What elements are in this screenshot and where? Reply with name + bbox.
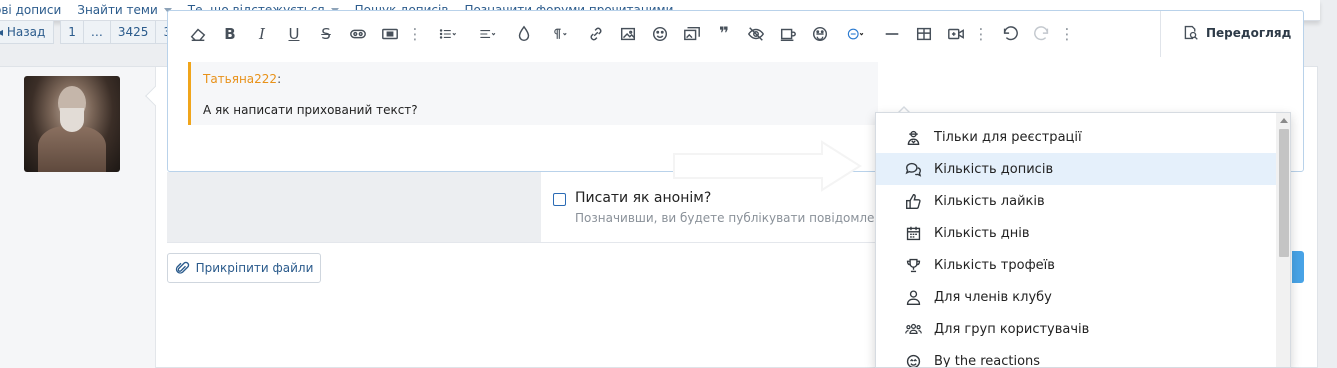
menu-item-registered-only[interactable]: Тільки для реєстрації: [876, 121, 1276, 153]
list-icon[interactable]: [432, 22, 464, 46]
user-icon: [904, 288, 922, 306]
divider: [167, 242, 877, 243]
image-icon[interactable]: [616, 22, 640, 46]
avatar[interactable]: [24, 76, 120, 172]
page-1[interactable]: 1: [60, 21, 84, 44]
submit-button[interactable]: [1292, 251, 1304, 283]
emoji-icon[interactable]: [808, 22, 832, 46]
comments-icon: [904, 160, 922, 178]
calendar-icon: [904, 224, 922, 242]
preview-label: Передогляд: [1206, 25, 1292, 40]
inline-spoiler-icon[interactable]: [378, 22, 402, 46]
link-icon[interactable]: [584, 22, 608, 46]
nav-new-posts[interactable]: ові дописи: [0, 3, 69, 17]
menu-item-day-count[interactable]: Кількість днів: [876, 217, 1276, 249]
quote-author-name: Татьяна222: [203, 72, 278, 86]
quote-icon[interactable]: ❞: [712, 22, 736, 46]
menu-item-label: By the reactions: [934, 353, 1041, 368]
paperclip-icon: [175, 261, 189, 274]
menu-item-label: Кількість дописів: [934, 161, 1054, 177]
quote-colon: :: [277, 72, 282, 86]
page-ellipsis[interactable]: …: [83, 21, 111, 44]
paragraph-icon[interactable]: [544, 22, 576, 46]
strikethrough-icon[interactable]: S: [314, 22, 338, 46]
quote-author[interactable]: Татьяна222:: [203, 72, 281, 86]
table-icon[interactable]: [912, 22, 936, 46]
scroll-up-arrow-icon[interactable]: [1280, 118, 1288, 123]
undo-icon[interactable]: [998, 22, 1022, 46]
anonymous-label[interactable]: Писати як анонім?: [575, 190, 711, 206]
menu-item-label: Кількість лайків: [934, 193, 1045, 209]
menu-item-label: Тільки для реєстрації: [934, 129, 1082, 145]
menu-item-trophy-count[interactable]: Кількість трофеїв: [876, 249, 1276, 281]
hide-icon[interactable]: [744, 22, 768, 46]
hr-icon[interactable]: [880, 22, 904, 46]
blank-panel: [167, 172, 541, 242]
hide-options-dropdown: Тільки для реєстрації Кількість дописів …: [875, 112, 1291, 368]
nav-find-threads[interactable]: Знайти теми: [69, 3, 180, 17]
redo-icon: [1030, 22, 1054, 46]
menu-item-reactions[interactable]: By the reactions: [876, 345, 1276, 368]
annotation-arrow: [673, 140, 862, 192]
menu-item-user-groups[interactable]: Для груп користувачів: [876, 313, 1276, 345]
more-icon[interactable]: ⋮: [974, 25, 989, 43]
toolbar-divider: [1160, 11, 1161, 57]
menu-item-club-members[interactable]: Для членів клубу: [876, 281, 1276, 313]
smile-circle-icon: [904, 352, 922, 367]
scrollbar-thumb[interactable]: [1279, 129, 1289, 257]
eraser-icon[interactable]: [186, 22, 210, 46]
nav-label: ові дописи: [0, 3, 62, 17]
align-icon[interactable]: [472, 22, 504, 46]
users-icon: [904, 320, 922, 338]
video-icon[interactable]: [944, 22, 968, 46]
editor-toolbar: B I U S ⋮ ❞ ⋮ ⋮: [168, 11, 1303, 57]
preview-icon: [1184, 25, 1198, 40]
more-icon[interactable]: ⋮: [408, 25, 423, 43]
quote-block: Татьяна222: А як написати прихований тек…: [188, 62, 878, 125]
bold-icon[interactable]: B: [218, 22, 242, 46]
anonymous-hint: Позначивши, ви будете публікувати повідо…: [575, 211, 875, 225]
attach-label: Прикріпити файли: [195, 261, 314, 275]
quote-text: А як написати прихований текст?: [203, 103, 418, 117]
menu-item-label: Для груп користувачів: [934, 321, 1090, 337]
menu-item-like-count[interactable]: Кількість лайків: [876, 185, 1276, 217]
thumbs-up-icon: [904, 192, 922, 210]
hide-content-icon[interactable]: [840, 22, 872, 46]
menu-item-label: Кількість трофеїв: [934, 257, 1055, 273]
code-icon[interactable]: [776, 22, 800, 46]
menu-item-label: Кількість днів: [934, 225, 1030, 241]
nav-label: Знайти теми: [77, 3, 158, 17]
preview-button[interactable]: Передогляд: [1182, 24, 1291, 41]
spoiler-icon[interactable]: [346, 22, 370, 46]
menu-item-post-count[interactable]: Кількість дописів: [876, 153, 1276, 185]
underline-icon[interactable]: U: [282, 22, 306, 46]
menu-item-label: Для членів клубу: [934, 289, 1052, 305]
color-icon[interactable]: [512, 22, 536, 46]
italic-icon[interactable]: I: [250, 22, 274, 46]
attach-files-button[interactable]: Прикріпити файли: [167, 253, 321, 283]
smilie-icon[interactable]: [648, 22, 672, 46]
more-icon[interactable]: ⋮: [1060, 25, 1075, 43]
user-secret-icon: [904, 128, 922, 146]
user-column: [0, 67, 156, 368]
anonymous-checkbox[interactable]: [553, 193, 566, 206]
media-icon[interactable]: [680, 22, 704, 46]
trophy-icon: [904, 256, 922, 274]
page-3425[interactable]: 3425: [110, 21, 157, 44]
back-button[interactable]: ◂ Назад: [0, 21, 55, 44]
